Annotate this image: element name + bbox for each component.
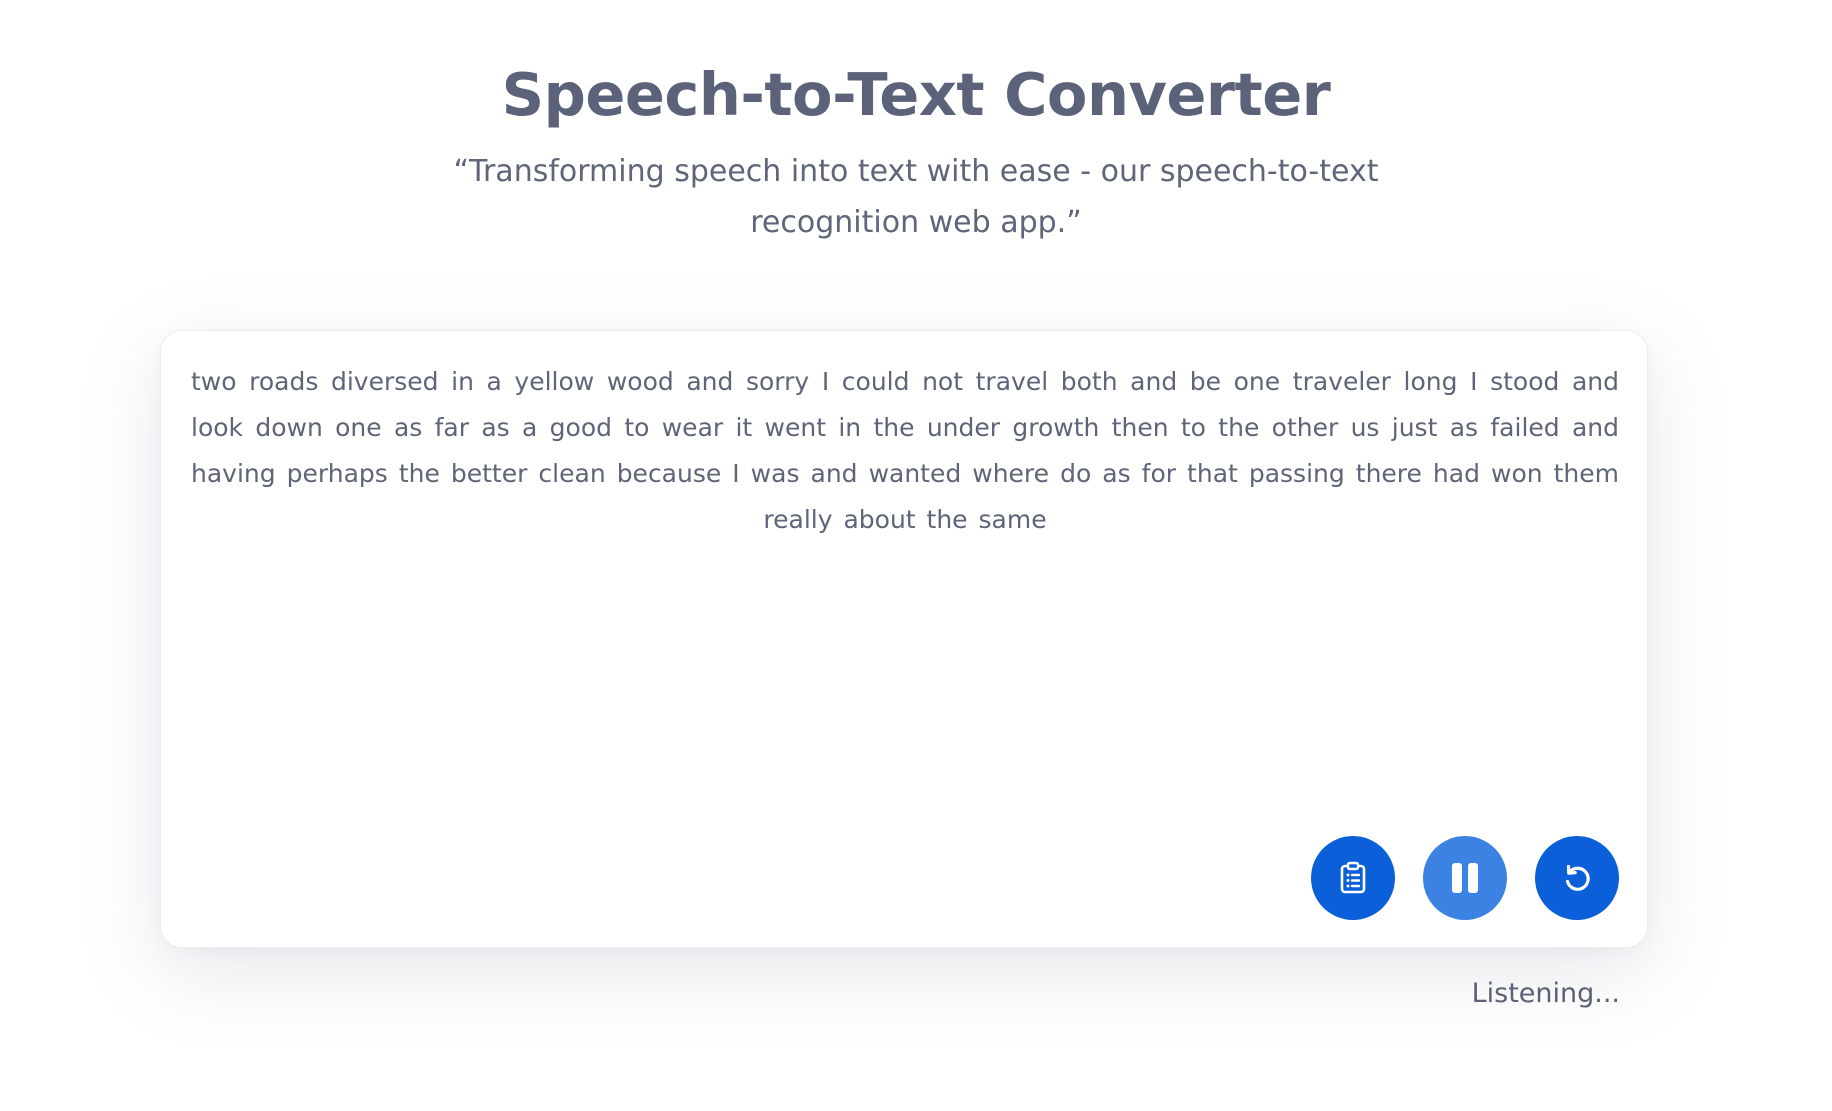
transcript-card: two roads diversed in a yellow wood and … [160,330,1648,948]
reset-icon [1560,861,1594,895]
transcript-text: two roads diversed in a yellow wood and … [191,367,1619,534]
listening-status: Listening... [1471,978,1620,1009]
page-subtitle: “Transforming speech into text with ease… [453,154,1379,240]
clipboard-icon [1338,861,1368,895]
page-title: Speech-to-Text Converter [501,60,1331,129]
pause-icon [1449,861,1481,895]
reset-button[interactable] [1535,836,1619,920]
pause-button[interactable] [1423,836,1507,920]
copy-button[interactable] [1311,836,1395,920]
